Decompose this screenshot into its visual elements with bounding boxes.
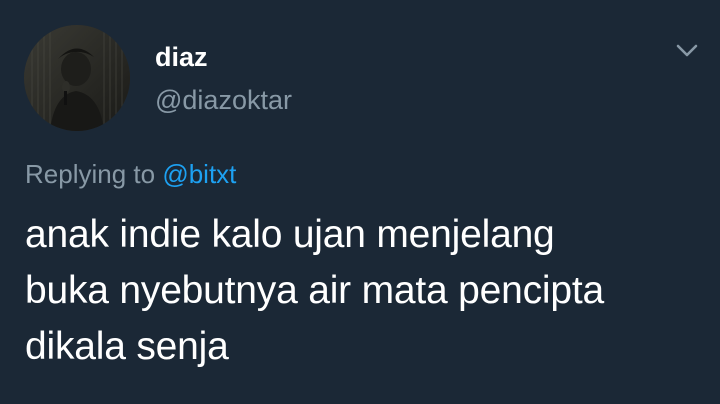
chevron-down-icon[interactable] [670, 38, 704, 64]
avatar[interactable] [24, 25, 130, 131]
tweet-body: anak indie kalo ujan menjelang buka nyeb… [25, 207, 705, 375]
replying-to-label: Replying to [25, 159, 156, 189]
tweet-card[interactable]: diaz @diazoktar Replying to @bitxt anak … [0, 0, 720, 404]
tweet-text-line: dikala senja [25, 325, 229, 368]
author-display-name[interactable]: diaz [155, 42, 208, 72]
tweet-text-line: anak indie kalo ujan menjelang [25, 213, 555, 256]
replying-to-line: Replying to @bitxt [25, 158, 236, 190]
tweet-text-line: buka nyebutnya air mata pencipta [25, 269, 604, 312]
reply-mention-link[interactable]: @bitxt [162, 159, 236, 189]
author-handle[interactable]: @diazoktar [155, 85, 292, 115]
avatar-photo [24, 25, 130, 131]
